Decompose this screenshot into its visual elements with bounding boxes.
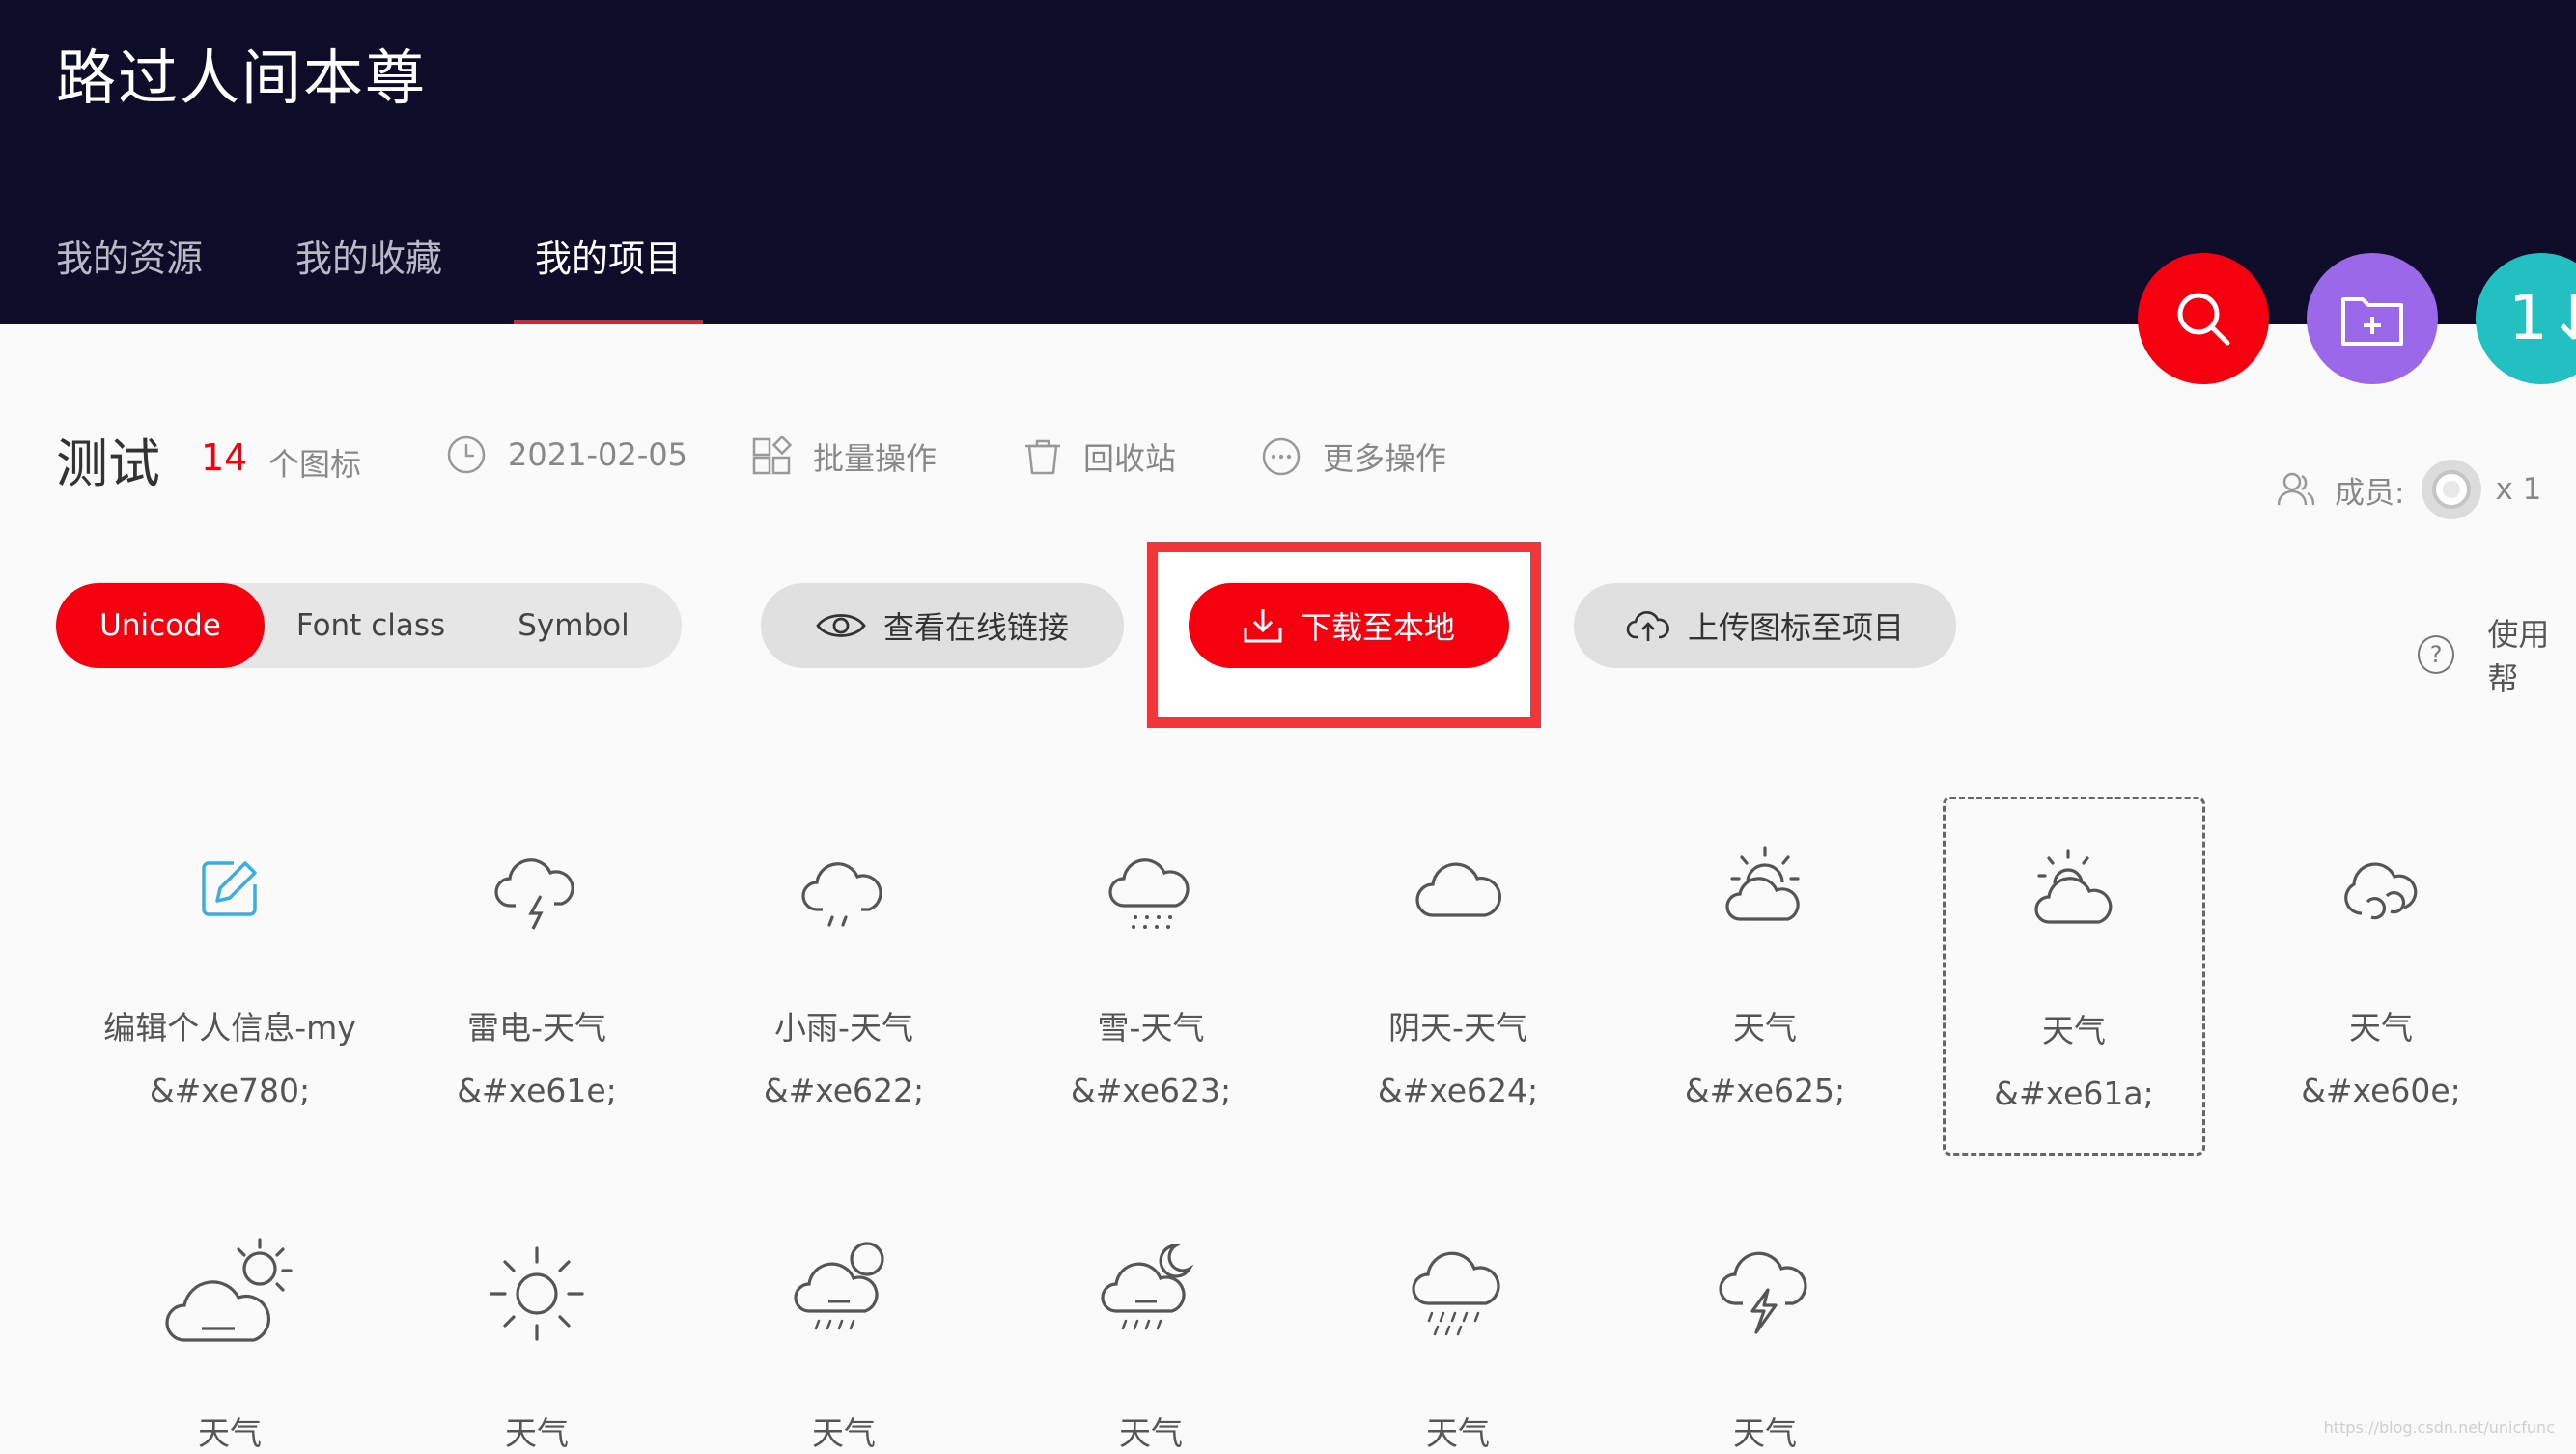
- icon-name: 天气: [812, 1414, 876, 1452]
- site-logo[interactable]: 路过人间本尊: [56, 29, 427, 116]
- upload-icon-button[interactable]: 上传图标至项目: [1574, 583, 1956, 668]
- sun-behind-cloud-icon: [1725, 846, 1800, 921]
- search-icon: [2177, 293, 2230, 346]
- icon-card-selected[interactable]: 天气 &#xe61a;: [1943, 797, 2205, 1156]
- download-label: 下载至本地: [1300, 609, 1455, 646]
- help-label: 使用帮: [2487, 616, 2550, 697]
- more-operations[interactable]: 更多操作: [1261, 434, 1446, 479]
- download-icon: [1244, 609, 1282, 643]
- search-button[interactable]: [2138, 253, 2269, 384]
- overcast-icon: [1415, 862, 1501, 917]
- clock-icon: [447, 435, 486, 474]
- rain-sun-icon: [794, 1242, 884, 1330]
- cloud-upload-icon: [1626, 610, 1669, 641]
- new-project-button[interactable]: [2307, 253, 2438, 384]
- icon-card[interactable]: 天气: [1327, 1236, 1589, 1454]
- recycle-bin[interactable]: 回收站: [1023, 434, 1176, 479]
- icon-code: &#xe624;: [1377, 1072, 1539, 1109]
- icon-name: 天气: [198, 1414, 262, 1452]
- recycle-label: 回收站: [1083, 440, 1177, 477]
- wind-cloud-icon: [2344, 862, 2418, 920]
- members-label: 成员:: [2335, 475, 2405, 511]
- icon-card[interactable]: 天气 &#xe60e;: [2250, 830, 2512, 1109]
- icon-name: 天气: [505, 1414, 569, 1452]
- more-icon: [1262, 437, 1301, 476]
- help-icon: ?: [2418, 635, 2455, 674]
- icon-card[interactable]: 天气: [713, 1236, 975, 1454]
- members-icon: [2277, 472, 2315, 506]
- project-title: 测试: [56, 433, 160, 494]
- icon-card[interactable]: 天气: [1020, 1236, 1282, 1454]
- snow-icon: [1108, 858, 1190, 929]
- icon-card[interactable]: 阴天-天气 &#xe624;: [1327, 830, 1589, 1109]
- icon-name: 阴天-天气: [1388, 1009, 1527, 1047]
- nav-my-favorites[interactable]: 我的收藏: [295, 232, 442, 324]
- more-label: 更多操作: [1323, 440, 1447, 477]
- sunny-icon: [490, 1246, 584, 1341]
- avatar-icon: [2432, 470, 2472, 509]
- view-online-link-button[interactable]: 查看在线链接: [761, 583, 1124, 668]
- partly-sunny-icon: [2034, 849, 2113, 924]
- thunder-cloud-icon: [494, 858, 574, 930]
- icon-count-unit: 个图标: [268, 446, 362, 483]
- icon-code: &#xe623;: [1070, 1072, 1232, 1109]
- icon-name: 天气: [2349, 1009, 2413, 1047]
- icon-name: 天气: [1119, 1414, 1183, 1452]
- view-online-label: 查看在线链接: [882, 609, 1069, 646]
- icon-name: 雷电-天气: [467, 1009, 606, 1047]
- tab-symbol[interactable]: Symbol: [477, 583, 670, 668]
- icon-card[interactable]: 天气: [406, 1236, 668, 1454]
- icon-name: 小雨-天气: [774, 1009, 913, 1047]
- help-link[interactable]: ? 使用帮: [2418, 610, 2576, 699]
- sort-label: 1↓: [2508, 283, 2576, 354]
- icon-name: 天气: [1733, 1009, 1797, 1047]
- icon-card[interactable]: 天气 &#xe625;: [1634, 830, 1896, 1109]
- member-avatar[interactable]: [2422, 460, 2482, 519]
- icon-name: 天气: [2042, 1012, 2106, 1049]
- eye-icon: [816, 614, 866, 637]
- icon-card[interactable]: 天气: [1634, 1236, 1896, 1454]
- upload-label: 上传图标至项目: [1687, 609, 1904, 646]
- icon-card[interactable]: 小雨-天气 &#xe622;: [713, 830, 975, 1109]
- members-count: x 1: [2495, 472, 2542, 507]
- grid-icon: [752, 436, 792, 475]
- batch-label: 批量操作: [813, 440, 938, 477]
- folder-add-icon: [2341, 297, 2403, 346]
- tab-unicode[interactable]: Unicode: [56, 583, 265, 668]
- batch-operation[interactable]: 批量操作: [751, 434, 937, 479]
- nav-my-projects[interactable]: 我的项目: [514, 232, 704, 324]
- night-rain-icon: [1101, 1244, 1194, 1330]
- heavy-rain-icon: [1412, 1251, 1500, 1336]
- storm-icon: [1719, 1251, 1807, 1334]
- date-text: 2021-02-05: [508, 436, 687, 473]
- icon-name: 编辑个人信息-my: [103, 1009, 356, 1047]
- icon-name: 天气: [1426, 1414, 1490, 1452]
- icon-name: 雪-天气: [1097, 1009, 1205, 1047]
- icon-card[interactable]: 天气: [98, 1236, 361, 1454]
- icon-code: &#xe61e;: [457, 1072, 617, 1109]
- icon-code: &#xe622;: [763, 1072, 925, 1109]
- icon-code: &#xe625;: [1684, 1072, 1846, 1109]
- light-rain-icon: [801, 862, 882, 927]
- icon-card[interactable]: 编辑个人信息-my &#xe780;: [98, 830, 361, 1109]
- cloudy-sun-icon: [165, 1238, 293, 1342]
- members-info: 成员: x 1: [2275, 460, 2541, 519]
- edit-icon: [202, 861, 257, 916]
- trash-icon: [1025, 439, 1060, 475]
- main-nav: 我的资源 我的收藏 我的项目: [56, 232, 774, 324]
- project-date: 2021-02-05: [446, 434, 687, 475]
- code-type-switch: Unicode Font class Symbol: [56, 583, 682, 668]
- icon-code: &#xe780;: [149, 1072, 311, 1109]
- tab-font-class[interactable]: Font class: [265, 583, 477, 668]
- download-local-button[interactable]: 下载至本地: [1189, 583, 1509, 668]
- icon-code: &#xe60e;: [2301, 1072, 2461, 1109]
- watermark: https://blog.csdn.net/unicfunc: [2323, 1418, 2555, 1437]
- icon-name: 天气: [1733, 1414, 1797, 1452]
- icon-count: 14: [201, 436, 248, 479]
- icon-code: &#xe61a;: [1994, 1075, 2154, 1112]
- nav-my-resources[interactable]: 我的资源: [56, 232, 203, 324]
- icon-card[interactable]: 雪-天气 &#xe623;: [1020, 830, 1282, 1109]
- icon-card[interactable]: 雷电-天气 &#xe61e;: [406, 830, 668, 1109]
